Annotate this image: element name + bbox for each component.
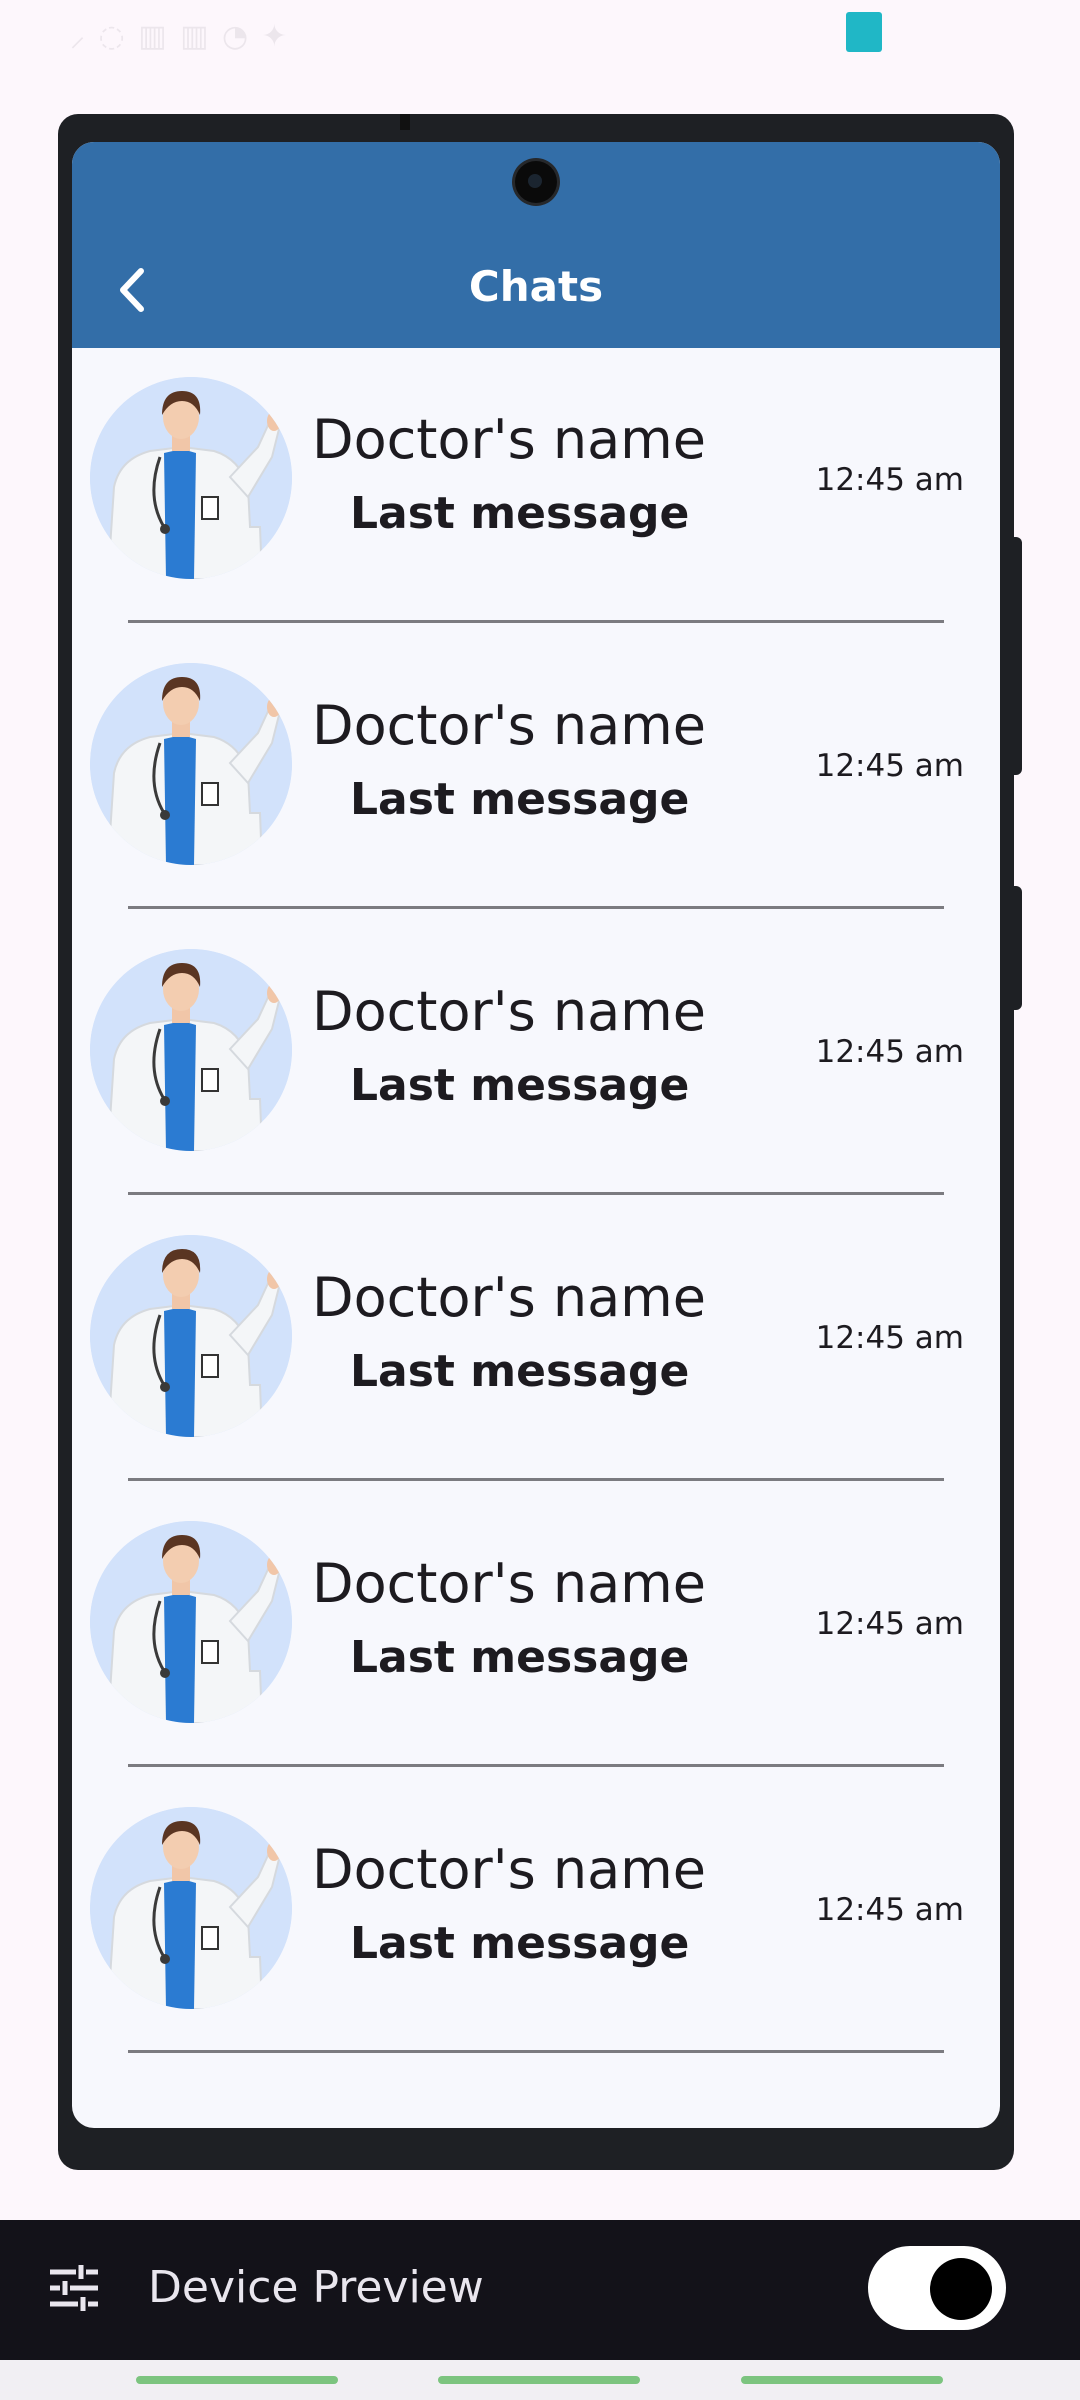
doctor-avatar <box>90 1807 292 2009</box>
nav-handle[interactable] <box>136 2376 338 2384</box>
toggle-knob <box>930 2258 992 2320</box>
message-time: 12:45 am <box>815 1606 964 1642</box>
device-preview-label: Device Preview <box>148 2262 484 2313</box>
last-message: Last message <box>350 1060 690 1111</box>
nav-handle[interactable] <box>438 2376 640 2384</box>
doctor-avatar <box>90 663 292 865</box>
app-bar: Chats <box>72 142 1000 348</box>
message-time: 12:45 am <box>815 462 964 498</box>
front-camera <box>515 161 557 203</box>
doctor-avatar-image <box>90 1235 292 1437</box>
status-bar-left-icons: ⸝ ◌ ▥ ▥ ◔ ✦ <box>70 19 289 54</box>
last-message: Last message <box>350 488 690 539</box>
list-divider <box>128 1478 944 1481</box>
status-bar: ⸝ ◌ ▥ ▥ ◔ ✦ <box>0 0 1080 70</box>
doctor-avatar <box>90 1235 292 1437</box>
doctor-name: Doctor's name <box>312 980 707 1043</box>
chat-list: Doctor's name Last message 12:45 am Doct… <box>72 348 1000 2064</box>
preview-panel-edge <box>0 2170 1080 2220</box>
chat-list-item[interactable]: Doctor's name Last message 12:45 am <box>72 1778 1000 2064</box>
message-time: 12:45 am <box>815 1034 964 1070</box>
tune-icon[interactable] <box>48 2262 100 2314</box>
list-divider <box>128 1764 944 1767</box>
doctor-avatar <box>90 949 292 1151</box>
list-divider <box>128 620 944 623</box>
device-screen: Chats Doctor's name Last message 12:45 a… <box>72 142 1000 2128</box>
doctor-avatar-image <box>90 949 292 1151</box>
last-message: Last message <box>350 1346 690 1397</box>
doctor-avatar <box>90 377 292 579</box>
doctor-name: Doctor's name <box>312 694 707 757</box>
doctor-name: Doctor's name <box>312 1552 707 1615</box>
list-divider <box>128 2050 944 2053</box>
last-message: Last message <box>350 1632 690 1683</box>
message-time: 12:45 am <box>815 748 964 784</box>
list-divider <box>128 1192 944 1195</box>
chat-list-item[interactable]: Doctor's name Last message 12:45 am <box>72 1206 1000 1492</box>
chat-list-item[interactable]: Doctor's name Last message 12:45 am <box>72 1492 1000 1778</box>
message-time: 12:45 am <box>815 1320 964 1356</box>
last-message: Last message <box>350 774 690 825</box>
device-volume-button <box>1008 537 1022 775</box>
doctor-name: Doctor's name <box>312 1266 707 1329</box>
doctor-name: Doctor's name <box>312 1838 707 1901</box>
doctor-avatar-image <box>90 1521 292 1723</box>
page-title: Chats <box>468 262 604 311</box>
last-message: Last message <box>350 1918 690 1969</box>
chat-list-item[interactable]: Doctor's name Last message 12:45 am <box>72 348 1000 634</box>
doctor-avatar <box>90 1521 292 1723</box>
chat-list-item[interactable]: Doctor's name Last message 12:45 am <box>72 634 1000 920</box>
lightbulb-notification-icon <box>846 12 882 52</box>
chat-list-item[interactable]: Doctor's name Last message 12:45 am <box>72 920 1000 1206</box>
device-preview-toggle[interactable] <box>868 2246 1006 2330</box>
nav-handle[interactable] <box>741 2376 943 2384</box>
doctor-avatar-image <box>90 663 292 865</box>
doctor-name: Doctor's name <box>312 408 707 471</box>
doctor-avatar-image <box>90 1807 292 2009</box>
list-divider <box>128 906 944 909</box>
device-preview-toolbar: Device Preview <box>0 2220 1080 2360</box>
device-power-button <box>1008 886 1022 1010</box>
system-nav-bar <box>0 2360 1080 2400</box>
device-frame-seam <box>400 114 410 130</box>
doctor-avatar-image <box>90 377 292 579</box>
message-time: 12:45 am <box>815 1892 964 1928</box>
